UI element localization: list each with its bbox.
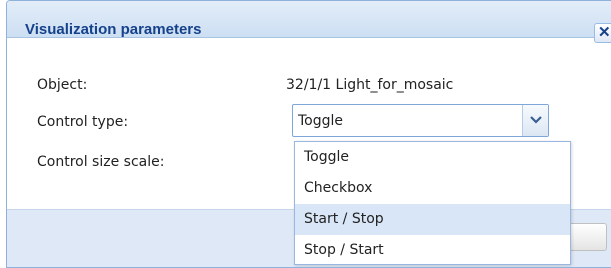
control-size-scale-label: Control size scale: <box>37 154 165 170</box>
dialog-titlebar[interactable]: Visualization parameters ✕ <box>7 1 611 43</box>
control-type-select[interactable]: Toggle <box>292 104 549 137</box>
object-value: 32/1/1 Light_for_mosaic <box>286 77 454 93</box>
close-button[interactable]: ✕ <box>594 23 611 43</box>
dropdown-option-toggle[interactable]: Toggle <box>295 142 570 173</box>
dropdown-option-checkbox[interactable]: Checkbox <box>295 173 570 204</box>
control-type-trigger[interactable] <box>522 105 548 136</box>
object-label: Object: <box>37 77 88 93</box>
chevron-down-icon <box>530 116 542 124</box>
dropdown-option-start-stop[interactable]: Start / Stop <box>295 204 570 235</box>
visualization-parameters-dialog: Visualization parameters ✕ Object: 32/1/… <box>6 0 611 268</box>
control-type-value: Toggle <box>298 113 344 129</box>
close-icon: ✕ <box>598 24 611 41</box>
footer-button[interactable] <box>567 223 607 251</box>
control-type-label: Control type: <box>37 114 129 130</box>
dialog-title: Visualization parameters <box>25 21 202 38</box>
dropdown-option-stop-start[interactable]: Stop / Start <box>295 235 570 266</box>
control-type-dropdown-list: Toggle Checkbox Start / Stop Stop / Star… <box>294 141 571 265</box>
